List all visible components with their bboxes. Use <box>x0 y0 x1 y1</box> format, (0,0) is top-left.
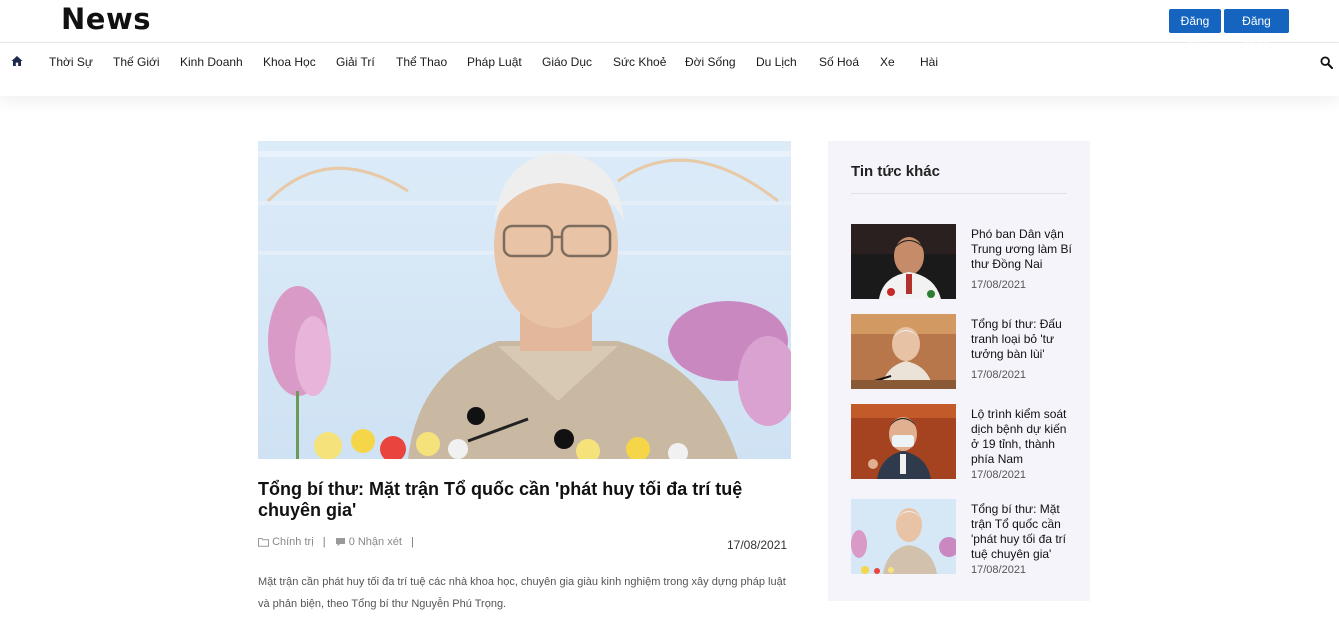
news-thumbnail[interactable] <box>851 224 956 299</box>
news-item-title[interactable]: Tổng bí thư: Mặt trận Tổ quốc cần 'phát … <box>971 502 1073 562</box>
news-thumbnail[interactable] <box>851 314 956 389</box>
sidebar-divider <box>851 193 1067 194</box>
nav-item-giao-duc[interactable]: Giáo Dục <box>542 55 592 69</box>
news-thumbnail[interactable] <box>851 404 956 479</box>
register-button[interactable]: Đăng ký <box>1169 9 1221 52</box>
news-item-date: 17/08/2021 <box>971 564 1027 576</box>
nav-item-phap-luat[interactable]: Pháp Luật <box>467 55 522 69</box>
nav-item-hai[interactable]: Hài <box>920 55 938 69</box>
top-bar: News Đăng ký Đăng nhập <box>0 0 1339 52</box>
article-meta: Chính trị | 0 Nhận xét | <box>258 536 420 548</box>
news-item-title[interactable]: Phó ban Dân vận Trung ương làm Bí thư Đồ… <box>971 227 1073 272</box>
site-logo[interactable]: News <box>61 2 151 36</box>
article-hero-image[interactable] <box>258 141 791 459</box>
nav-item-doi-song[interactable]: Đời Sống <box>685 55 736 69</box>
main-nav: Thời Sự Thế Giới Kinh Doanh Khoa Học Giả… <box>0 43 1339 96</box>
news-item-date: 17/08/2021 <box>971 369 1027 381</box>
nav-item-giai-tri[interactable]: Giải Trí <box>336 55 375 69</box>
meta-separator: | <box>410 536 414 549</box>
nav-item-the-thao[interactable]: Thể Thao <box>396 55 447 69</box>
nav-item-so-hoa[interactable]: Số Hoá <box>819 55 859 69</box>
nav-item-xe[interactable]: Xe <box>880 55 895 69</box>
news-item[interactable]: Lộ trình kiểm soát dịch bệnh dự kiến ở 1… <box>851 404 1073 481</box>
article-date: 17/08/2021 <box>727 538 788 552</box>
article-comments[interactable]: 0 Nhận xét <box>349 536 402 548</box>
news-item-date: 17/08/2021 <box>971 279 1027 291</box>
nav-item-khoa-hoc[interactable]: Khoa Học <box>263 55 316 69</box>
related-news-sidebar: Tin tức khác Phó ban Dân vận Trung ương … <box>828 141 1090 601</box>
news-item-date: 17/08/2021 <box>971 469 1027 481</box>
article-category[interactable]: Chính trị <box>272 536 314 548</box>
login-button[interactable]: Đăng nhập <box>1224 9 1289 52</box>
news-item-title[interactable]: Lộ trình kiểm soát dịch bệnh dự kiến ở 1… <box>971 407 1073 467</box>
news-item[interactable]: Tổng bí thư: Đấu tranh loại bỏ 'tư tưởng… <box>851 314 1071 390</box>
nav-item-the-gioi[interactable]: Thế Giới <box>113 55 160 69</box>
nav-item-thoi-su[interactable]: Thời Sự <box>49 55 93 69</box>
news-item[interactable]: Tổng bí thư: Mặt trận Tổ quốc cần 'phát … <box>851 499 1073 576</box>
article-title[interactable]: Tổng bí thư: Mặt trận Tổ quốc cần 'phát … <box>258 479 798 521</box>
news-thumbnail[interactable] <box>851 499 956 574</box>
news-item[interactable]: Phó ban Dân vận Trung ương làm Bí thư Đồ… <box>851 224 1073 300</box>
sidebar-title: Tin tức khác <box>851 163 940 180</box>
nav-item-du-lich[interactable]: Du Lịch <box>756 55 797 69</box>
home-icon[interactable] <box>11 55 23 67</box>
comment-icon <box>335 538 345 547</box>
news-item-title[interactable]: Tổng bí thư: Đấu tranh loại bỏ 'tư tưởng… <box>971 317 1073 362</box>
article-summary: Mặt trận cần phát huy tối đa trí tuệ các… <box>258 576 786 610</box>
search-icon[interactable] <box>1320 56 1333 69</box>
nav-item-kinh-doanh[interactable]: Kinh Doanh <box>180 55 243 69</box>
nav-item-suc-khoe[interactable]: Sức Khoẻ <box>613 55 666 69</box>
folder-icon <box>258 538 269 547</box>
article-body-fragment <box>258 630 798 637</box>
meta-separator: | <box>322 536 326 549</box>
